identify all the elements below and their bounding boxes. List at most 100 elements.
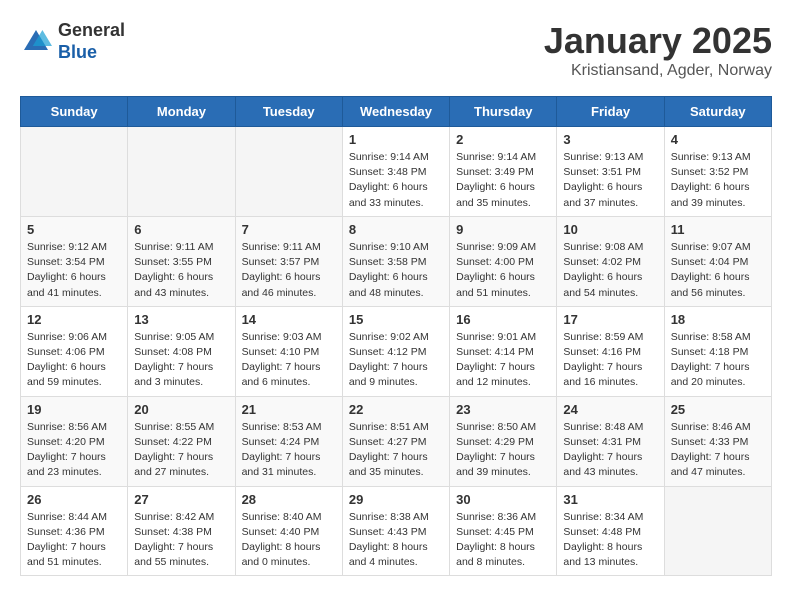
day-number: 9 <box>456 222 550 237</box>
day-number: 16 <box>456 312 550 327</box>
day-info: Sunrise: 9:01 AM Sunset: 4:14 PM Dayligh… <box>456 330 550 391</box>
calendar-cell: 18 Sunrise: 8:58 AM Sunset: 4:18 PM Dayli… <box>664 306 771 396</box>
day-number: 14 <box>242 312 336 327</box>
day-info: Sunrise: 8:38 AM Sunset: 4:43 PM Dayligh… <box>349 510 443 571</box>
day-info: Sunrise: 9:06 AM Sunset: 4:06 PM Dayligh… <box>27 330 121 391</box>
day-info: Sunrise: 9:03 AM Sunset: 4:10 PM Dayligh… <box>242 330 336 391</box>
day-number: 18 <box>671 312 765 327</box>
day-info: Sunrise: 9:11 AM Sunset: 3:57 PM Dayligh… <box>242 240 336 301</box>
calendar-cell: 11 Sunrise: 9:07 AM Sunset: 4:04 PM Dayli… <box>664 216 771 306</box>
day-number: 24 <box>563 402 657 417</box>
weekday-header: Sunday <box>21 97 128 127</box>
calendar-cell: 9 Sunrise: 9:09 AM Sunset: 4:00 PM Daylig… <box>450 216 557 306</box>
day-number: 29 <box>349 492 443 507</box>
calendar-cell: 28Sunrise: 8:40 AM Sunset: 4:40 PM Dayli… <box>235 486 342 576</box>
day-info: Sunrise: 8:53 AM Sunset: 4:24 PM Dayligh… <box>242 420 336 481</box>
day-number: 19 <box>27 402 121 417</box>
calendar-cell: 23Sunrise: 8:50 AM Sunset: 4:29 PM Dayli… <box>450 396 557 486</box>
logo: General Blue <box>20 20 125 63</box>
calendar-cell: 22Sunrise: 8:51 AM Sunset: 4:27 PM Dayli… <box>342 396 449 486</box>
calendar-cell: 24 Sunrise: 8:48 AM Sunset: 4:31 PM Dayli… <box>557 396 664 486</box>
calendar-cell: 17Sunrise: 8:59 AM Sunset: 4:16 PM Dayli… <box>557 306 664 396</box>
calendar-cell: 6 Sunrise: 9:11 AM Sunset: 3:55 PM Daylig… <box>128 216 235 306</box>
day-info: Sunrise: 8:36 AM Sunset: 4:45 PM Dayligh… <box>456 510 550 571</box>
title-area: January 2025 Kristiansand, Agder, Norway <box>544 20 772 80</box>
day-number: 5 <box>27 222 121 237</box>
day-number: 31 <box>563 492 657 507</box>
day-number: 15 <box>349 312 443 327</box>
day-number: 27 <box>134 492 228 507</box>
calendar-cell: 26 Sunrise: 8:44 AM Sunset: 4:36 PM Dayli… <box>21 486 128 576</box>
calendar-cell: 3 Sunrise: 9:13 AM Sunset: 3:51 PM Daylig… <box>557 127 664 217</box>
calendar-cell: 16 Sunrise: 9:01 AM Sunset: 4:14 PM Dayli… <box>450 306 557 396</box>
day-number: 26 <box>27 492 121 507</box>
day-number: 11 <box>671 222 765 237</box>
weekday-header: Wednesday <box>342 97 449 127</box>
calendar-cell: 25Sunrise: 8:46 AM Sunset: 4:33 PM Dayli… <box>664 396 771 486</box>
day-number: 3 <box>563 132 657 147</box>
day-number: 22 <box>349 402 443 417</box>
weekday-header: Saturday <box>664 97 771 127</box>
calendar-header-row: SundayMondayTuesdayWednesdayThursdayFrid… <box>21 97 772 127</box>
day-number: 7 <box>242 222 336 237</box>
day-info: Sunrise: 8:48 AM Sunset: 4:31 PM Dayligh… <box>563 420 657 481</box>
calendar-cell: 27Sunrise: 8:42 AM Sunset: 4:38 PM Dayli… <box>128 486 235 576</box>
calendar-cell: 8 Sunrise: 9:10 AM Sunset: 3:58 PM Daylig… <box>342 216 449 306</box>
day-number: 20 <box>134 402 228 417</box>
logo-text: General Blue <box>58 20 125 63</box>
day-info: Sunrise: 8:34 AM Sunset: 4:48 PM Dayligh… <box>563 510 657 571</box>
day-number: 21 <box>242 402 336 417</box>
calendar-cell: 19Sunrise: 8:56 AM Sunset: 4:20 PM Dayli… <box>21 396 128 486</box>
page-title: January 2025 <box>544 20 772 62</box>
day-info: Sunrise: 9:14 AM Sunset: 3:48 PM Dayligh… <box>349 150 443 211</box>
day-number: 8 <box>349 222 443 237</box>
weekday-header: Friday <box>557 97 664 127</box>
day-info: Sunrise: 9:11 AM Sunset: 3:55 PM Dayligh… <box>134 240 228 301</box>
day-number: 13 <box>134 312 228 327</box>
calendar-cell: 4 Sunrise: 9:13 AM Sunset: 3:52 PM Daylig… <box>664 127 771 217</box>
calendar-cell: 2Sunrise: 9:14 AM Sunset: 3:49 PM Daylig… <box>450 127 557 217</box>
day-info: Sunrise: 8:55 AM Sunset: 4:22 PM Dayligh… <box>134 420 228 481</box>
calendar-week-row: 12 Sunrise: 9:06 AM Sunset: 4:06 PM Dayli… <box>21 306 772 396</box>
calendar-week-row: 5 Sunrise: 9:12 AM Sunset: 3:54 PM Daylig… <box>21 216 772 306</box>
calendar-cell: 21 Sunrise: 8:53 AM Sunset: 4:24 PM Dayli… <box>235 396 342 486</box>
calendar-week-row: 19Sunrise: 8:56 AM Sunset: 4:20 PM Dayli… <box>21 396 772 486</box>
day-info: Sunrise: 8:59 AM Sunset: 4:16 PM Dayligh… <box>563 330 657 391</box>
calendar-cell: 12 Sunrise: 9:06 AM Sunset: 4:06 PM Dayli… <box>21 306 128 396</box>
calendar-cell: 5 Sunrise: 9:12 AM Sunset: 3:54 PM Daylig… <box>21 216 128 306</box>
day-info: Sunrise: 9:12 AM Sunset: 3:54 PM Dayligh… <box>27 240 121 301</box>
calendar-cell: 14 Sunrise: 9:03 AM Sunset: 4:10 PM Dayli… <box>235 306 342 396</box>
day-number: 4 <box>671 132 765 147</box>
day-info: Sunrise: 8:58 AM Sunset: 4:18 PM Dayligh… <box>671 330 765 391</box>
day-info: Sunrise: 9:09 AM Sunset: 4:00 PM Dayligh… <box>456 240 550 301</box>
day-info: Sunrise: 9:13 AM Sunset: 3:52 PM Dayligh… <box>671 150 765 211</box>
calendar-cell: 29 Sunrise: 8:38 AM Sunset: 4:43 PM Dayli… <box>342 486 449 576</box>
day-number: 10 <box>563 222 657 237</box>
day-number: 30 <box>456 492 550 507</box>
calendar-cell: 31 Sunrise: 8:34 AM Sunset: 4:48 PM Dayli… <box>557 486 664 576</box>
day-info: Sunrise: 9:05 AM Sunset: 4:08 PM Dayligh… <box>134 330 228 391</box>
day-number: 2 <box>456 132 550 147</box>
calendar-cell: 1 Sunrise: 9:14 AM Sunset: 3:48 PM Daylig… <box>342 127 449 217</box>
day-number: 25 <box>671 402 765 417</box>
calendar-week-row: 1 Sunrise: 9:14 AM Sunset: 3:48 PM Daylig… <box>21 127 772 217</box>
calendar-cell: 20 Sunrise: 8:55 AM Sunset: 4:22 PM Dayli… <box>128 396 235 486</box>
day-info: Sunrise: 9:02 AM Sunset: 4:12 PM Dayligh… <box>349 330 443 391</box>
calendar-cell <box>128 127 235 217</box>
logo-icon <box>20 26 52 58</box>
calendar-cell: 13 Sunrise: 9:05 AM Sunset: 4:08 PM Dayli… <box>128 306 235 396</box>
calendar-cell <box>664 486 771 576</box>
day-info: Sunrise: 9:10 AM Sunset: 3:58 PM Dayligh… <box>349 240 443 301</box>
page-subtitle: Kristiansand, Agder, Norway <box>544 62 772 80</box>
day-number: 23 <box>456 402 550 417</box>
calendar-cell: 30 Sunrise: 8:36 AM Sunset: 4:45 PM Dayli… <box>450 486 557 576</box>
day-number: 6 <box>134 222 228 237</box>
day-number: 12 <box>27 312 121 327</box>
day-number: 1 <box>349 132 443 147</box>
day-info: Sunrise: 9:07 AM Sunset: 4:04 PM Dayligh… <box>671 240 765 301</box>
weekday-header: Tuesday <box>235 97 342 127</box>
day-info: Sunrise: 9:13 AM Sunset: 3:51 PM Dayligh… <box>563 150 657 211</box>
calendar-cell <box>235 127 342 217</box>
calendar-week-row: 26 Sunrise: 8:44 AM Sunset: 4:36 PM Dayli… <box>21 486 772 576</box>
day-info: Sunrise: 8:44 AM Sunset: 4:36 PM Dayligh… <box>27 510 121 571</box>
